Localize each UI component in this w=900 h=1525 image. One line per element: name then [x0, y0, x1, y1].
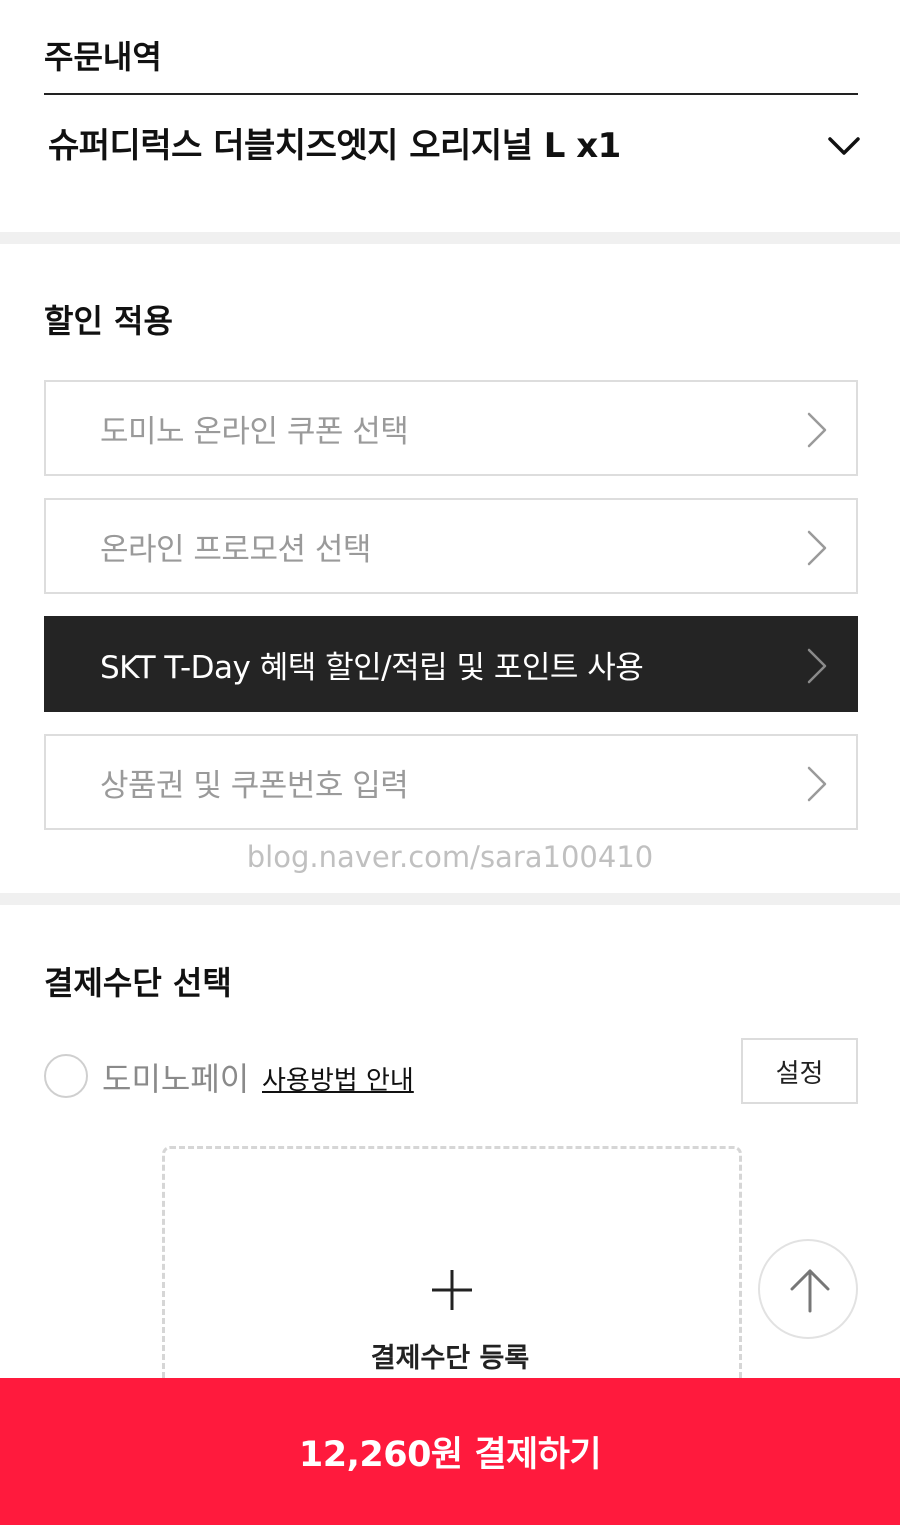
skt-tday-benefit-button[interactable]: SKT T-Day 혜택 할인/적립 및 포인트 사용	[44, 616, 858, 712]
register-payment-label: 결제수단 등록	[370, 1343, 530, 1374]
option-label: 상품권 및 쿠폰번호 입력	[100, 767, 409, 804]
blog-watermark: blog.naver.com/sara100410	[246, 840, 654, 874]
dominopay-label: 도미노페이	[102, 1060, 250, 1098]
section-separator	[0, 893, 900, 905]
order-payment-page: 주문내역 슈퍼디럭스 더블치즈엣지 오리지널 L x1 할인 적용 도미노 온라…	[0, 0, 900, 1525]
dominopay-radio[interactable]	[44, 1054, 88, 1098]
online-coupon-select[interactable]: 도미노 온라인 쿠폰 선택	[44, 380, 858, 476]
usage-guide-link[interactable]: 사용방법 안내	[262, 1060, 414, 1097]
chevron-right-icon	[807, 766, 827, 802]
option-label: 도미노 온라인 쿠폰 선택	[100, 413, 409, 450]
payment-section-title: 결제수단 선택	[44, 964, 232, 1002]
settings-button[interactable]: 설정	[741, 1038, 858, 1104]
chevron-down-icon[interactable]	[824, 126, 864, 166]
arrow-up-icon	[790, 1269, 830, 1313]
gift-card-coupon-code-input[interactable]: 상품권 및 쿠폰번호 입력	[44, 734, 858, 830]
order-section-title: 주문내역	[44, 38, 162, 76]
chevron-right-icon	[807, 412, 827, 448]
option-label: SKT T-Day 혜택 할인/적립 및 포인트 사용	[100, 649, 644, 686]
online-promotion-select[interactable]: 온라인 프로모션 선택	[44, 498, 858, 594]
section-separator	[0, 232, 900, 244]
chevron-right-icon	[807, 530, 827, 566]
order-divider	[44, 93, 858, 95]
discount-section-title: 할인 적용	[44, 302, 173, 340]
checkout-button[interactable]: 12,260원 결제하기	[0, 1378, 900, 1525]
chevron-right-icon	[807, 648, 827, 684]
order-item-summary[interactable]: 슈퍼디럭스 더블치즈엣지 오리지널 L x1	[48, 118, 621, 167]
scroll-to-top-button[interactable]	[758, 1239, 858, 1339]
option-label: 온라인 프로모션 선택	[100, 531, 371, 568]
plus-icon	[432, 1270, 472, 1310]
